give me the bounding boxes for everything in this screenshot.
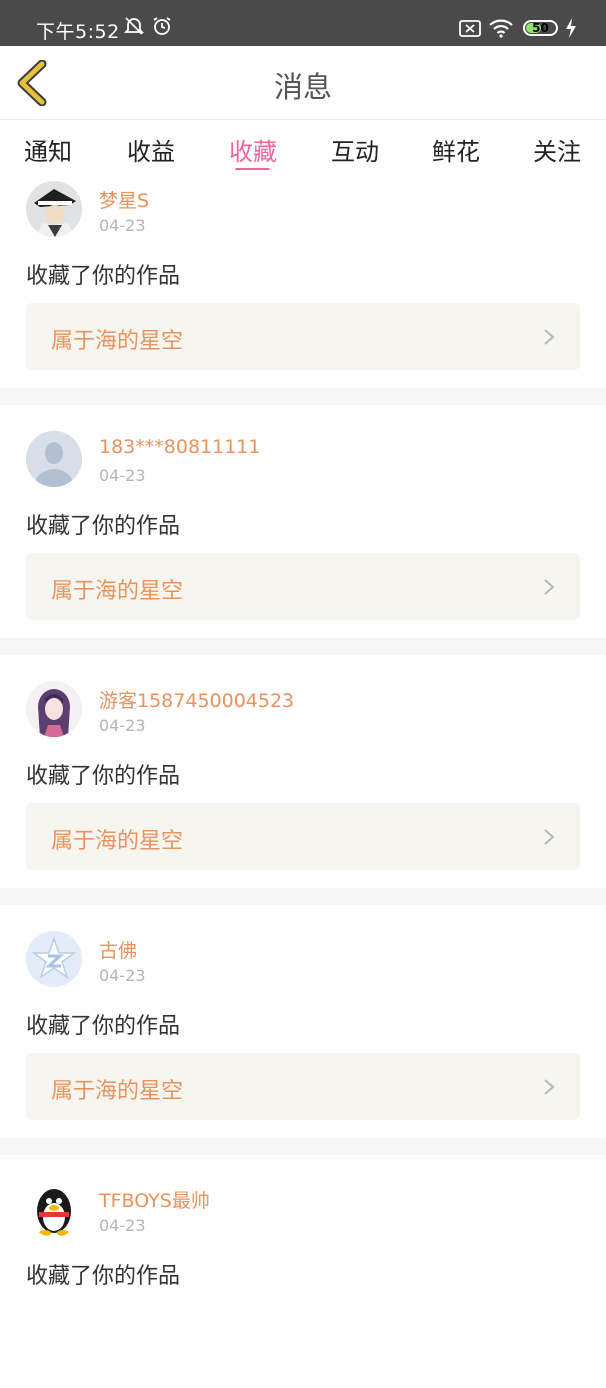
message-card: 梦星S 04-23 收藏了你的作品 属于海的星空 [0, 170, 606, 388]
work-title: 属于海的星空 [51, 329, 184, 354]
charging-icon [566, 18, 576, 38]
avatar[interactable] [26, 931, 82, 987]
tab-earnings[interactable]: 收益 [127, 132, 175, 167]
card-divider [0, 888, 606, 905]
mute-bell-icon [124, 17, 144, 35]
battery-icon: 50 [523, 20, 558, 36]
card-divider [0, 388, 606, 405]
message-card: TFBOYS最帅 04-23 收藏了你的作品 [0, 1170, 606, 1388]
card-divider [0, 638, 606, 655]
chevron-right-icon [544, 829, 555, 845]
avatar[interactable] [26, 1181, 82, 1237]
work-link[interactable]: 属于海的星空 [26, 1053, 580, 1120]
message-card: 183***80811111 04-23 收藏了你的作品 属于海的星空 [0, 420, 606, 638]
message-card: 古佛 04-23 收藏了你的作品 属于海的星空 [0, 920, 606, 1138]
username[interactable]: 游客1587450004523 [99, 686, 294, 713]
tab-follows[interactable]: 关注 [533, 132, 581, 167]
message-date: 04-23 [99, 966, 146, 985]
work-title: 属于海的星空 [51, 579, 184, 604]
chevron-right-icon [544, 579, 555, 595]
chevron-right-icon [544, 329, 555, 345]
qq-penguin-avatar-icon [26, 1181, 82, 1237]
message-text: 收藏了你的作品 [26, 1264, 181, 1289]
chevron-right-icon [544, 1079, 555, 1095]
avatar[interactable] [26, 181, 82, 237]
work-title: 属于海的星空 [51, 829, 184, 854]
message-card: 游客1587450004523 04-23 收藏了你的作品 属于海的星空 [0, 670, 606, 888]
sim-x-icon [459, 20, 481, 37]
message-text: 收藏了你的作品 [26, 264, 181, 289]
alarm-icon [153, 17, 171, 35]
battery-level: 50 [532, 21, 549, 35]
wifi-icon [489, 19, 513, 38]
work-link[interactable]: 属于海的星空 [26, 303, 580, 370]
message-date: 04-23 [99, 716, 146, 735]
header-bar: 消息 [0, 46, 606, 120]
card-divider [0, 1138, 606, 1155]
work-link[interactable]: 属于海的星空 [26, 803, 580, 870]
message-date: 04-23 [99, 216, 146, 235]
message-text: 收藏了你的作品 [26, 1014, 181, 1039]
tab-interactions[interactable]: 互动 [331, 132, 379, 167]
page-title: 消息 [273, 70, 332, 104]
message-text: 收藏了你的作品 [26, 514, 181, 539]
tab-flowers[interactable]: 鲜花 [432, 132, 480, 167]
default-person-avatar-icon [26, 431, 82, 487]
username[interactable]: 梦星S [99, 186, 149, 213]
tab-favorites[interactable]: 收藏 [229, 132, 277, 167]
anime-girl-avatar-icon [26, 681, 82, 737]
anime-character-avatar-icon [26, 181, 82, 237]
status-bar: 下午5:52 50 [0, 0, 606, 46]
avatar[interactable] [26, 431, 82, 487]
username[interactable]: 古佛 [99, 936, 137, 963]
qzone-star-avatar-icon [26, 931, 82, 987]
message-date: 04-23 [99, 466, 146, 485]
message-text: 收藏了你的作品 [26, 764, 181, 789]
avatar[interactable] [26, 681, 82, 737]
username[interactable]: 183***80811111 [99, 436, 260, 458]
message-date: 04-23 [99, 1216, 146, 1235]
work-link[interactable]: 属于海的星空 [26, 553, 580, 620]
status-time: 下午5:52 [36, 21, 120, 43]
work-title: 属于海的星空 [51, 1079, 184, 1104]
tab-notifications[interactable]: 通知 [24, 132, 72, 167]
username[interactable]: TFBOYS最帅 [99, 1186, 210, 1213]
